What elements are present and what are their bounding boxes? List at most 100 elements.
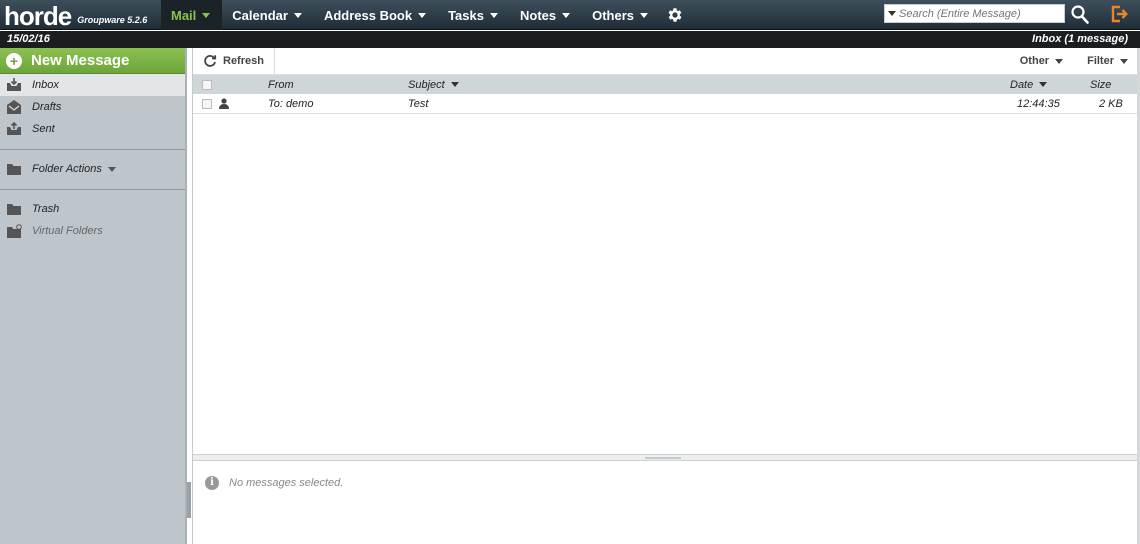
refresh-button[interactable]: Refresh (193, 47, 275, 75)
sidebar-item-label: Inbox (32, 79, 59, 91)
search-scope-dropdown[interactable] (885, 11, 899, 16)
column-subject[interactable]: Subject (408, 75, 459, 94)
column-from-label: From (268, 78, 294, 91)
folder-actions-button[interactable]: Folder Actions (0, 158, 185, 180)
inbox-icon (6, 78, 22, 92)
folder-actions-label: Folder Actions (32, 163, 102, 175)
other-menu-button[interactable]: Other (1006, 48, 1073, 75)
column-subject-label: Subject (408, 78, 445, 91)
folder-icon (6, 162, 22, 176)
sidebar-item-label: Drafts (32, 101, 62, 113)
sidebar: + New Message Inbox Drafts Sent Folder A… (0, 48, 187, 544)
search-input[interactable] (899, 7, 1059, 20)
menu-others-label: Others (592, 7, 635, 23)
message-pane: Refresh Other Filter From Subject Date S… (192, 47, 1139, 544)
sidebar-item-label: Trash (32, 203, 60, 215)
message-size: 2 KB (1099, 97, 1123, 110)
chevron-down-icon (107, 166, 116, 172)
select-all-checkbox[interactable] (202, 79, 212, 90)
row-checkbox-cell (202, 94, 212, 113)
chevron-down-icon (418, 12, 427, 18)
main-menu: Mail Calendar Address Book Tasks Notes O… (161, 0, 690, 30)
sidebar-item-drafts[interactable]: Drafts (0, 96, 185, 118)
gear-icon (668, 8, 682, 22)
logout-button[interactable] (1109, 4, 1129, 24)
new-message-label: New Message (31, 52, 130, 69)
plus-icon: + (6, 52, 22, 69)
sent-icon (6, 122, 22, 136)
preview-splitter[interactable] (193, 454, 1139, 461)
virtual-folder-icon (6, 224, 22, 238)
sidebar-divider (0, 149, 185, 150)
menu-mail-label: Mail (171, 7, 197, 23)
menu-tasks[interactable]: Tasks (438, 0, 510, 30)
select-all-checkbox-cell (202, 75, 212, 94)
search-box (884, 4, 1065, 23)
menu-calendar-label: Calendar (232, 7, 288, 23)
message-subject: Test (408, 97, 429, 110)
menu-mail[interactable]: Mail (161, 0, 223, 30)
search-icon (1071, 5, 1089, 24)
column-from[interactable]: From (268, 75, 294, 94)
chevron-down-icon (640, 12, 649, 18)
chevron-down-icon (489, 12, 498, 18)
menu-tasks-label: Tasks (448, 7, 484, 23)
sort-icon (1039, 82, 1048, 87)
sidebar-item-inbox[interactable]: Inbox (0, 74, 185, 96)
message-from: To: demo (268, 97, 314, 110)
new-message-button[interactable]: + New Message (0, 48, 185, 74)
info-icon: i (205, 476, 219, 490)
column-date[interactable]: Date (1010, 75, 1048, 94)
menu-address-book-label: Address Book (323, 7, 413, 23)
sidebar-item-sent[interactable]: Sent (0, 118, 185, 140)
message-list-empty-area (193, 115, 1139, 454)
row-checkbox[interactable] (202, 98, 212, 109)
logout-icon (1111, 5, 1128, 23)
column-size-label: Size (1090, 78, 1112, 91)
folder-icon (6, 202, 22, 216)
filter-menu-button[interactable]: Filter (1073, 48, 1138, 75)
sort-icon (450, 82, 459, 87)
user-icon (218, 94, 230, 113)
refresh-icon (204, 55, 217, 67)
search-button[interactable] (1070, 3, 1090, 25)
mailbox-status: Inbox (1 message) (1032, 33, 1128, 45)
sidebar-item-virtual-folders[interactable]: Virtual Folders (0, 220, 185, 242)
table-row[interactable]: To: demo Test 12:44:35 2 KB (193, 94, 1138, 114)
sidebar-item-label: Virtual Folders (32, 225, 103, 237)
menu-notes[interactable]: Notes (510, 0, 582, 30)
filter-label: Filter (1087, 55, 1114, 67)
chevron-down-icon (202, 12, 211, 18)
current-date: 15/02/16 (7, 33, 50, 45)
chevron-down-icon (888, 11, 896, 16)
logo-text: horde (4, 1, 72, 31)
column-size[interactable]: Size (1090, 75, 1111, 94)
message-toolbar: Refresh Other Filter (193, 47, 1138, 75)
menu-others[interactable]: Others (582, 0, 660, 30)
menu-notes-label: Notes (519, 7, 557, 23)
splitter-grip (645, 457, 681, 459)
sidebar-item-trash[interactable]: Trash (0, 198, 185, 220)
drafts-icon (6, 100, 22, 114)
sidebar-resize-handle[interactable] (187, 482, 191, 518)
chevron-down-icon (1055, 58, 1064, 64)
no-selection-text: No messages selected. (229, 477, 344, 489)
version-text: Groupware 5.2.6 (77, 15, 148, 25)
chevron-down-icon (1120, 58, 1128, 64)
top-navigation-bar: horde Groupware 5.2.6 Mail Calendar Addr… (0, 0, 1140, 30)
message-list-header: From Subject Date Size (193, 75, 1138, 94)
other-label: Other (1019, 55, 1050, 67)
menu-calendar[interactable]: Calendar (222, 0, 314, 30)
settings-button[interactable] (660, 0, 690, 30)
refresh-label: Refresh (223, 55, 264, 67)
sidebar-item-label: Sent (32, 123, 55, 135)
preview-pane: i No messages selected. (193, 461, 1139, 544)
message-date: 12:44:35 (1017, 97, 1060, 110)
horde-logo[interactable]: horde Groupware 5.2.6 (4, 0, 147, 30)
status-bar: 15/02/16 Inbox (1 message) (0, 31, 1140, 48)
chevron-down-icon (562, 12, 571, 18)
menu-address-book[interactable]: Address Book (314, 0, 438, 30)
no-selection-message: i No messages selected. (205, 476, 343, 490)
chevron-down-icon (293, 12, 302, 18)
sidebar-divider (0, 189, 185, 190)
